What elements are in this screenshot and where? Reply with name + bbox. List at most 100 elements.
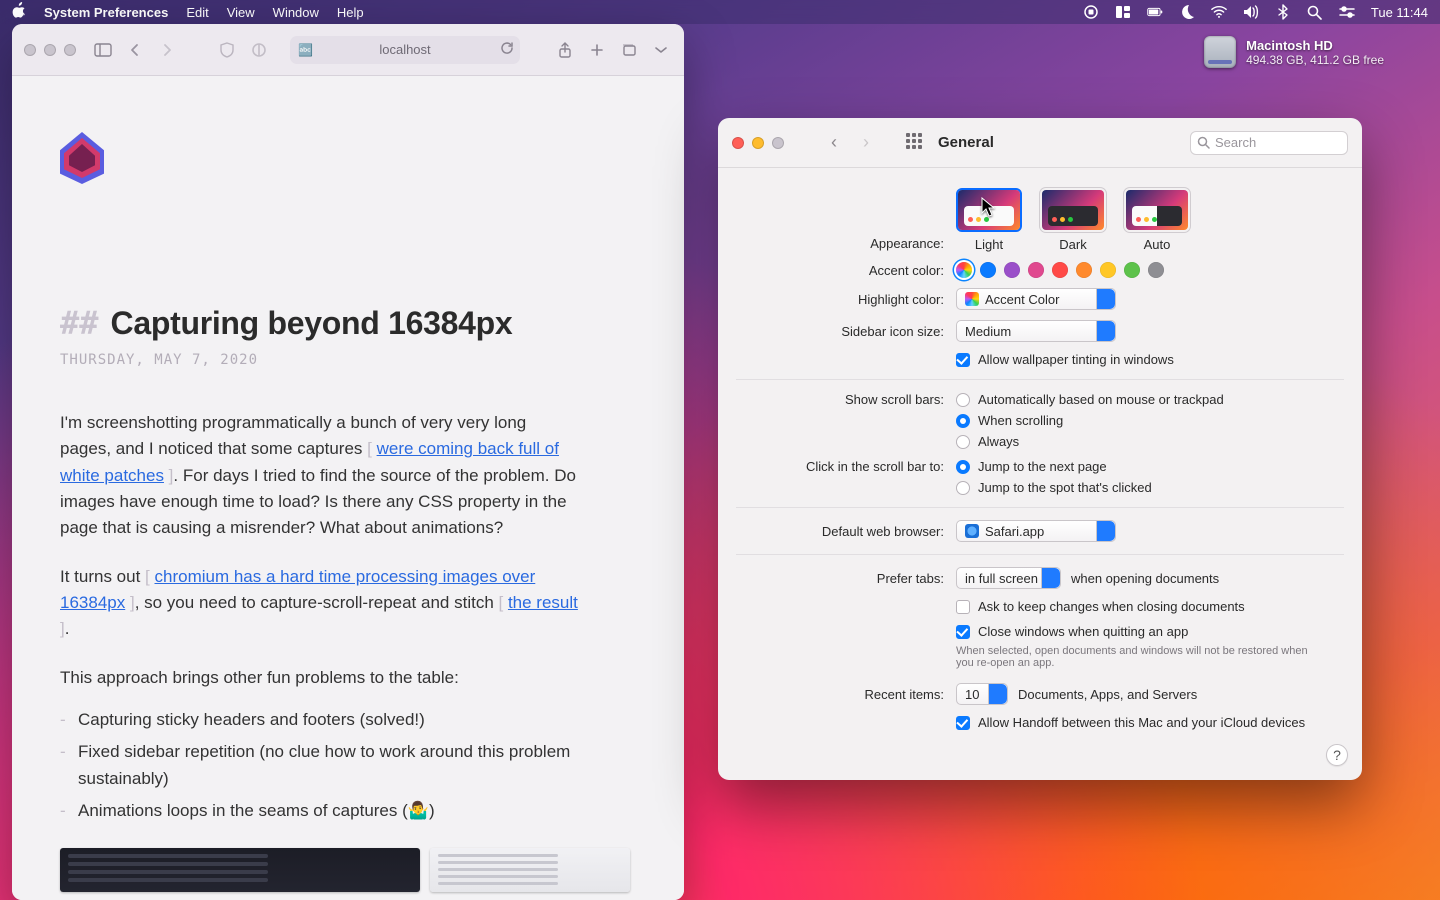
site-logo-icon[interactable] — [60, 132, 104, 184]
menubar-app-name[interactable]: System Preferences — [44, 5, 168, 20]
status-volume-icon[interactable] — [1243, 4, 1259, 20]
help-button[interactable]: ? — [1326, 744, 1348, 766]
traffic-close-icon[interactable] — [24, 44, 36, 56]
sidebar-toggle-icon[interactable] — [92, 39, 114, 61]
menu-view[interactable]: View — [227, 5, 255, 20]
share-icon[interactable] — [554, 39, 576, 61]
menubar-clock[interactable]: Tue 11:44 — [1371, 5, 1428, 20]
post-images — [60, 848, 580, 892]
prefs-toolbar: ‹ › General Search — [718, 118, 1362, 168]
ask-checkbox[interactable]: Ask to keep changes when closing documen… — [956, 599, 1245, 614]
accent-pink[interactable] — [1028, 262, 1044, 278]
highlight-swatch-icon — [965, 292, 979, 306]
prefer-tabs-select[interactable]: in full screen ▲▼ — [956, 567, 1061, 589]
new-tab-icon[interactable] — [586, 39, 608, 61]
accent-graphite[interactable] — [1148, 262, 1164, 278]
highlight-value: Accent Color — [985, 292, 1059, 307]
list-item: Capturing sticky headers and footers (so… — [60, 707, 580, 733]
traffic-max-icon[interactable] — [64, 44, 76, 56]
highlight-color-select[interactable]: Accent Color ▲▼ — [956, 288, 1116, 310]
checkbox-icon — [956, 353, 970, 367]
prefs-traffic-lights[interactable] — [732, 137, 784, 149]
click-spot-label: Jump to the spot that's clicked — [978, 480, 1152, 495]
accent-purple[interactable] — [1004, 262, 1020, 278]
close-label: Close windows when quitting an app — [978, 624, 1188, 639]
checkbox-icon — [956, 625, 970, 639]
overflow-icon[interactable] — [650, 39, 672, 61]
menu-help[interactable]: Help — [337, 5, 364, 20]
traffic-min-icon[interactable] — [44, 44, 56, 56]
heading-marker: ## — [60, 304, 99, 342]
menu-edit[interactable]: Edit — [186, 5, 208, 20]
appearance-dark[interactable]: Dark — [1040, 188, 1106, 252]
appearance-auto-label: Auto — [1144, 237, 1171, 252]
prefs-forward-icon[interactable]: › — [856, 132, 876, 153]
post-title: Capturing beyond 16384px — [111, 305, 513, 342]
click-next-radio[interactable]: Jump to the next page — [956, 459, 1107, 474]
radio-icon — [956, 414, 970, 428]
checkbox-icon — [956, 600, 970, 614]
status-screenrecord-icon[interactable] — [1083, 4, 1099, 20]
status-battery-icon[interactable] — [1147, 4, 1163, 20]
default-browser-select[interactable]: Safari.app ▲▼ — [956, 520, 1116, 542]
status-wifi-icon[interactable] — [1211, 4, 1227, 20]
accent-multicolor[interactable] — [956, 262, 972, 278]
sidebar-size-value: Medium — [965, 324, 1011, 339]
safari-traffic-lights[interactable] — [24, 44, 76, 56]
click-spot-radio[interactable]: Jump to the spot that's clicked — [956, 480, 1152, 495]
label-click: Click in the scroll bar to: — [736, 459, 956, 474]
accent-yellow[interactable] — [1100, 262, 1116, 278]
safari-window: 🔤 localhost ## Capturing beyond 16384px … — [12, 24, 684, 900]
prefs-search-field[interactable]: Search — [1190, 131, 1348, 155]
accent-green[interactable] — [1124, 262, 1140, 278]
url-bar[interactable]: 🔤 localhost — [290, 36, 520, 64]
scroll-always-radio[interactable]: Always — [956, 434, 1019, 449]
close-checkbox[interactable]: Close windows when quitting an app — [956, 624, 1188, 639]
appearance-auto[interactable]: Auto — [1124, 188, 1190, 252]
safari-app-icon — [965, 524, 979, 538]
url-text: localhost — [379, 42, 430, 57]
screenshot-thumb-dark[interactable] — [60, 848, 420, 892]
prefs-grid-icon[interactable] — [906, 133, 926, 153]
traffic-max-icon[interactable] — [772, 137, 784, 149]
tint-checkbox[interactable]: Allow wallpaper tinting in windows — [956, 352, 1174, 367]
accent-red[interactable] — [1052, 262, 1068, 278]
scroll-auto-radio[interactable]: Automatically based on mouse or trackpad — [956, 392, 1224, 407]
label-browser: Default web browser: — [736, 524, 956, 539]
status-dnd-icon[interactable] — [1179, 4, 1195, 20]
menu-window[interactable]: Window — [273, 5, 319, 20]
post-date: THURSDAY, MAY 7, 2020 — [60, 352, 636, 368]
status-spotlight-icon[interactable] — [1307, 4, 1323, 20]
screenshot-thumb-light[interactable] — [430, 848, 630, 892]
link-result[interactable]: the result — [508, 593, 578, 612]
handoff-checkbox[interactable]: Allow Handoff between this Mac and your … — [956, 715, 1305, 730]
prefs-pane-title: General — [938, 134, 994, 151]
recent-items-select[interactable]: 10 ▲▼ — [956, 683, 1008, 705]
list-item: Animations loops in the seams of capture… — [60, 798, 580, 824]
forward-button-icon[interactable] — [156, 39, 178, 61]
reload-icon[interactable] — [500, 41, 514, 58]
scroll-when-radio[interactable]: When scrolling — [956, 413, 1063, 428]
accent-blue[interactable] — [980, 262, 996, 278]
desktop-disk-badge[interactable]: Macintosh HD 494.38 GB, 411.2 GB free — [1204, 36, 1384, 68]
back-button-icon[interactable] — [124, 39, 146, 61]
site-settings-icon[interactable]: 🔤 — [298, 43, 313, 57]
status-tiling-icon[interactable] — [1115, 4, 1131, 20]
traffic-min-icon[interactable] — [752, 137, 764, 149]
accent-orange[interactable] — [1076, 262, 1092, 278]
apple-menu-icon[interactable] — [12, 2, 26, 22]
scroll-when-label: When scrolling — [978, 413, 1063, 428]
status-controlcenter-icon[interactable] — [1339, 4, 1355, 20]
reader-icon[interactable] — [248, 39, 270, 61]
post-p3: This approach brings other fun problems … — [60, 665, 580, 691]
tabs-overview-icon[interactable] — [618, 39, 640, 61]
menubar: System Preferences Edit View Window Help… — [0, 0, 1440, 24]
status-bluetooth-icon[interactable] — [1275, 4, 1291, 20]
sidebar-size-select[interactable]: Medium ▲▼ — [956, 320, 1116, 342]
label-highlight: Highlight color: — [736, 292, 956, 307]
ask-label: Ask to keep changes when closing documen… — [978, 599, 1245, 614]
post-body: I'm screenshotting programmatically a bu… — [60, 410, 580, 892]
shield-icon[interactable] — [216, 39, 238, 61]
prefs-back-icon[interactable]: ‹ — [824, 132, 844, 153]
traffic-close-icon[interactable] — [732, 137, 744, 149]
